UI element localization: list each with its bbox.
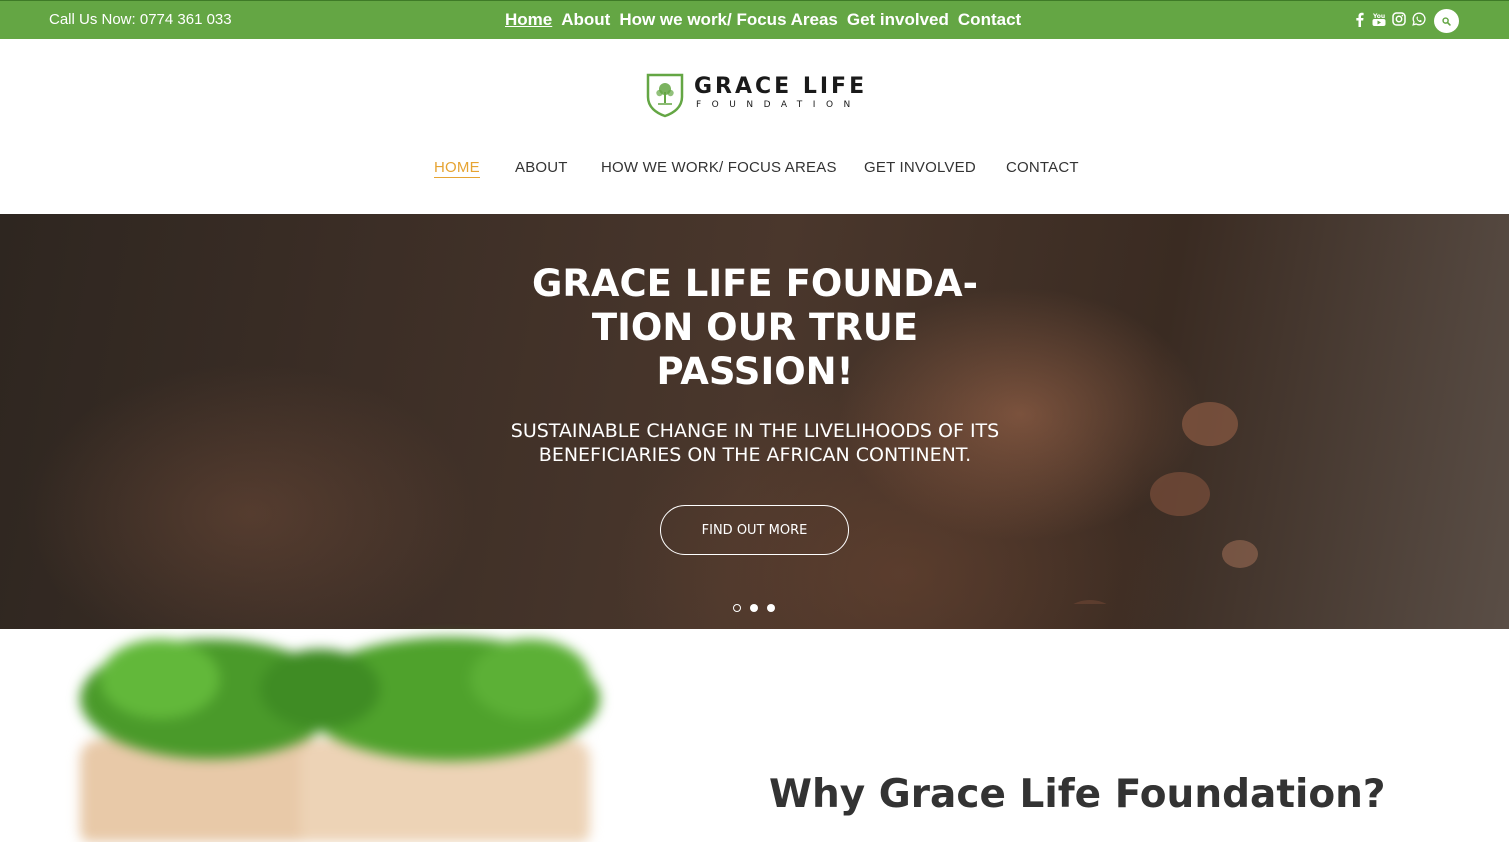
nav-how-we-work[interactable]: HOW WE WORK/ FOCUS AREAS — [601, 159, 837, 176]
nav-get-involved[interactable]: GET INVOLVED — [864, 159, 976, 176]
top-nav-home[interactable]: Home — [505, 10, 552, 30]
section-heading: Why Grace Life Foundation? — [769, 772, 1386, 817]
top-nav-get-involved[interactable]: Get involved — [847, 10, 949, 30]
logo-name: GRACE LIFE — [694, 74, 868, 99]
search-icon — [1442, 16, 1451, 26]
youtube-icon[interactable]: You — [1372, 11, 1386, 27]
hero-slider: GRACE LIFE FOUNDA- TION OUR TRUE PASSION… — [0, 214, 1509, 629]
instagram-icon[interactable] — [1392, 11, 1406, 27]
top-nav-about[interactable]: About — [561, 10, 610, 30]
top-bar: Call Us Now: 0774 361 033 Home About How… — [0, 0, 1509, 39]
search-button[interactable] — [1434, 9, 1459, 33]
nav-home[interactable]: HOME — [434, 159, 480, 178]
site-logo[interactable]: GRACE LIFE FOUNDATION — [645, 72, 870, 118]
hands-background-image — [1073, 402, 1258, 604]
logo-subtitle: FOUNDATION — [696, 100, 861, 110]
svg-text:You: You — [1372, 13, 1385, 20]
top-nav: Home About How we work/ Focus Areas Get … — [505, 10, 1021, 30]
whatsapp-icon[interactable] — [1412, 11, 1426, 27]
slider-dots — [733, 604, 775, 612]
slider-dot-2[interactable] — [750, 604, 758, 612]
call-us-text: Call Us Now: 0774 361 033 — [49, 11, 232, 28]
plants-image — [80, 637, 600, 842]
facebook-icon[interactable] — [1352, 11, 1366, 27]
top-nav-contact[interactable]: Contact — [958, 10, 1021, 30]
top-nav-how-we-work[interactable]: How we work/ Focus Areas — [619, 10, 838, 30]
hero-title: GRACE LIFE FOUNDA- TION OUR TRUE PASSION… — [531, 262, 979, 393]
nav-about[interactable]: ABOUT — [515, 159, 568, 176]
social-links: You — [1352, 11, 1426, 27]
nav-contact[interactable]: CONTACT — [1006, 159, 1079, 176]
slider-dot-3[interactable] — [767, 604, 775, 612]
slider-dot-1[interactable] — [733, 604, 741, 612]
hero-subtitle: SUSTAINABLE CHANGE IN THE LIVELIHOODS OF… — [510, 420, 1000, 466]
find-out-more-button[interactable]: FIND OUT MORE — [660, 505, 849, 555]
tree-shield-icon — [646, 73, 684, 118]
